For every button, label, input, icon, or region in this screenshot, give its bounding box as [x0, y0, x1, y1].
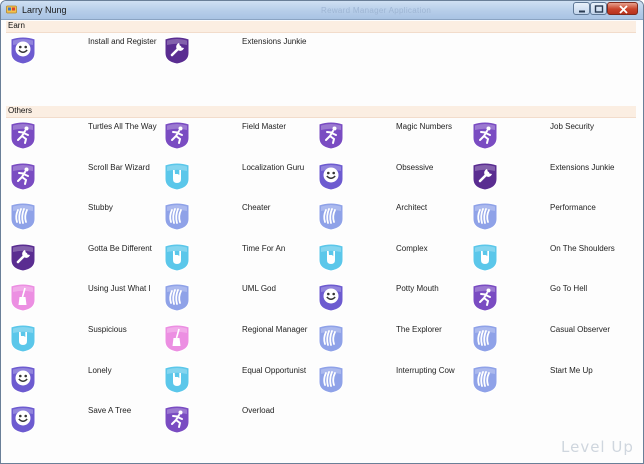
main-window: Larry Nung Reward Manager Application Ea… [0, 0, 644, 464]
claw-badge-icon [162, 201, 192, 231]
badge-label: Performance [550, 203, 596, 213]
smiley-badge-icon [316, 161, 346, 191]
wrench-badge-icon [8, 242, 38, 272]
rock-hand-badge-icon [162, 161, 192, 191]
rock-hand-badge-icon [316, 242, 346, 272]
badge-label: Gotta Be Different [88, 243, 152, 253]
title-bar[interactable]: Larry Nung Reward Manager Application [1, 1, 643, 20]
badge-label: Casual Observer [550, 325, 611, 334]
claw-badge-icon [316, 323, 346, 353]
badge-label: Go To Hell [550, 284, 588, 294]
badge-label: Extensions Junkie [242, 37, 307, 46]
smiley-badge-icon [8, 364, 38, 394]
section-header-others: Others [6, 106, 636, 118]
badge-label: Suspicious [88, 325, 127, 334]
badge-label: Architect [396, 203, 428, 213]
runner-badge-icon [8, 120, 38, 150]
claw-badge-icon [162, 282, 192, 312]
rock-hand-badge-icon [470, 242, 500, 272]
close-button[interactable] [607, 2, 638, 15]
faded-title-text: Reward Manager Application [321, 6, 432, 15]
close-icon [619, 5, 628, 14]
badge-label: Time For An [242, 243, 286, 253]
wrench-badge-icon [470, 161, 500, 191]
badge-label: Overload [242, 406, 275, 416]
broom-badge-icon [8, 282, 38, 312]
claw-badge-icon [470, 323, 500, 353]
claw-badge-icon [316, 364, 346, 394]
badge-label: Extensions Junkie [550, 162, 615, 172]
badge-label: UML God [242, 284, 276, 294]
maximize-icon [594, 5, 604, 13]
badge-label: Stubby [88, 203, 113, 213]
rock-hand-badge-icon [162, 364, 192, 394]
badge-label: Scroll Bar Wizard [88, 162, 150, 172]
section-label-earn: Earn [8, 21, 25, 30]
badge-label: Using Just What I [88, 284, 151, 294]
claw-badge-icon [8, 201, 38, 231]
runner-badge-icon [316, 120, 346, 150]
badge-label: Job Security [550, 122, 595, 131]
claw-badge-icon [470, 364, 500, 394]
runner-badge-icon [162, 120, 192, 150]
badge-label: Interrupting Cow [396, 365, 455, 375]
smiley-badge-icon [316, 282, 346, 312]
app-icon [6, 5, 17, 14]
section-label-others: Others [8, 106, 33, 115]
smiley-badge-icon [8, 404, 38, 434]
claw-badge-icon [316, 201, 346, 231]
window-title: Larry Nung [22, 5, 67, 15]
badge-label: The Explorer [396, 325, 442, 334]
badge-label: Lonely [88, 365, 112, 375]
claw-badge-icon [470, 201, 500, 231]
badge-label: Equal Opportunist [242, 365, 307, 375]
runner-badge-icon [470, 120, 500, 150]
badge-label: Localization Guru [242, 162, 305, 172]
badge-panel: Earn Others Install and Register Extensio… [1, 20, 643, 463]
badge-label: Obsessive [396, 162, 434, 172]
maximize-button[interactable] [590, 2, 607, 15]
badge-label: Save A Tree [88, 406, 132, 416]
minimize-icon [579, 10, 585, 13]
badge-label: Field Master [242, 122, 287, 131]
badge-label: On The Shoulders [550, 243, 615, 253]
badge-label: Start Me Up [550, 365, 593, 375]
wrench-badge-icon [162, 35, 192, 65]
runner-badge-icon [162, 404, 192, 434]
rock-hand-badge-icon [162, 242, 192, 272]
broom-badge-icon [162, 323, 192, 353]
badge-label: Magic Numbers [396, 122, 453, 131]
badge-label: Complex [396, 243, 428, 253]
minimize-button[interactable] [573, 2, 590, 15]
runner-badge-icon [8, 161, 38, 191]
runner-badge-icon [470, 282, 500, 312]
badge-label: Cheater [242, 203, 271, 213]
badge-label: Regional Manager [242, 325, 308, 334]
smiley-badge-icon [8, 35, 38, 65]
badge-label: Potty Mouth [396, 284, 439, 294]
badge-label: Turtles All The Way [88, 122, 157, 131]
watermark: Level Up [561, 438, 634, 456]
section-header-earn: Earn [6, 21, 636, 33]
rock-hand-badge-icon [8, 323, 38, 353]
badge-label: Install and Register [88, 37, 157, 46]
